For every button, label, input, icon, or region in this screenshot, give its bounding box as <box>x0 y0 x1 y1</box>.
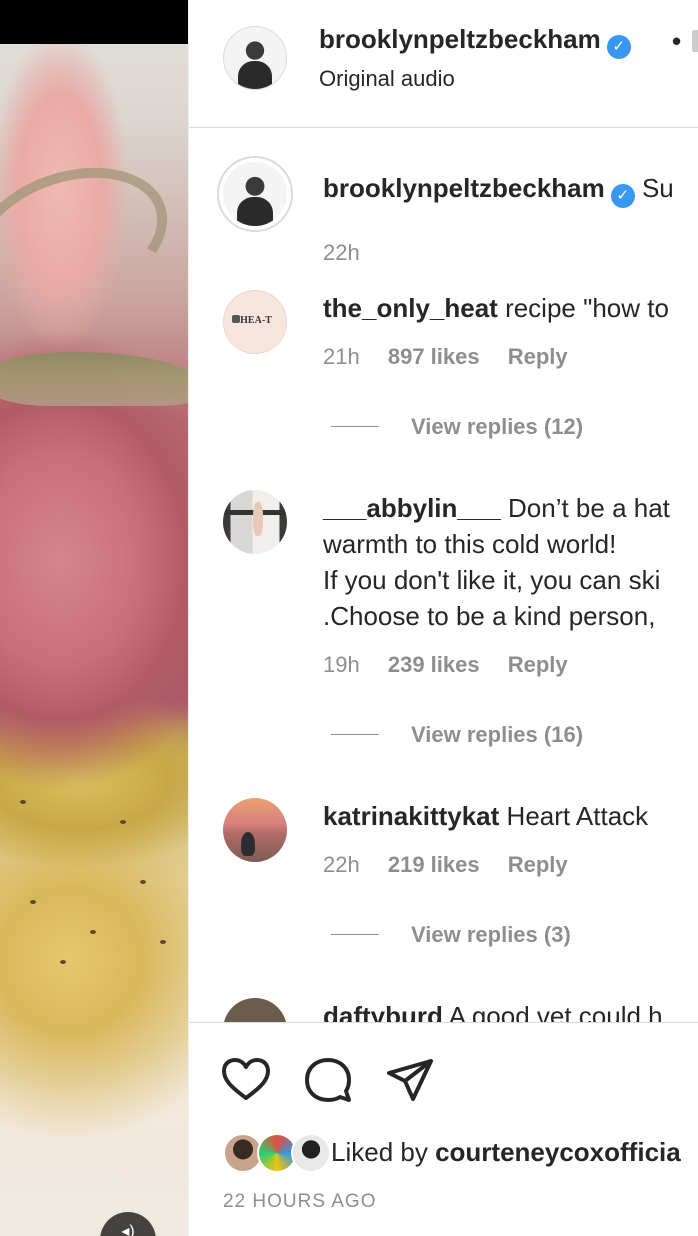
comment-meta: 21h 897 likes Reply <box>323 344 590 370</box>
comment-body: ___abbylin___ Don’t be a hat warmth to t… <box>323 490 670 634</box>
audio-label[interactable]: Original audio <box>319 66 455 92</box>
heart-icon <box>222 1058 270 1100</box>
reply-button[interactable]: Reply <box>508 344 568 369</box>
comment-text: A good vet could h <box>448 1001 663 1022</box>
comment-body: katrinakittykat Heart Attack <box>323 798 648 834</box>
view-replies-button[interactable]: View replies (3) <box>331 922 571 948</box>
comment-text: recipe "how to <box>505 293 669 323</box>
heat-logo: HEA-T <box>240 315 272 326</box>
comment-time: 19h <box>323 652 360 677</box>
reply-button[interactable]: Reply <box>508 652 568 677</box>
comment-text-line: .Choose to be a kind person, <box>323 601 656 631</box>
comment-username[interactable]: daftyburd <box>323 1001 443 1022</box>
view-replies-label: View replies (3) <box>411 922 571 947</box>
commenter-avatar[interactable] <box>223 490 287 554</box>
comments-list[interactable]: brooklynpeltzbeckham ✓ Su 22h HEA-T the_o… <box>189 130 698 1022</box>
verified-badge-icon: ✓ <box>610 184 635 208</box>
comment-time: 21h <box>323 344 360 369</box>
post-panel: brooklynpeltzbeckham ✓ • Original audio b… <box>188 0 698 1236</box>
reply-button[interactable]: Reply <box>508 852 568 877</box>
post-header: brooklynpeltzbeckham ✓ • Original audio <box>189 0 698 128</box>
comment-meta: 22h 219 likes Reply <box>323 852 590 878</box>
share-icon <box>387 1059 433 1101</box>
author-username-text: brooklynpeltzbeckham <box>319 24 601 54</box>
comment-body: daftyburd A good vet could h <box>323 998 663 1022</box>
caption-username[interactable]: brooklynpeltzbeckham <box>323 173 605 203</box>
comment-text-line: warmth to this cold world! <box>323 529 617 559</box>
caption-avatar[interactable] <box>217 156 293 232</box>
replies-divider <box>331 426 379 427</box>
caption-time: 22h <box>323 240 360 265</box>
author-avatar[interactable] <box>223 26 287 90</box>
commenter-avatar[interactable] <box>223 998 287 1022</box>
liked-by-prefix: Liked by <box>331 1137 436 1167</box>
commenter-avatar[interactable]: HEA-T <box>223 290 287 354</box>
comment-text: Heart Attack <box>506 801 649 831</box>
herb-speck <box>160 940 166 944</box>
caption-meta: 22h <box>323 240 382 266</box>
herb-speck <box>60 960 66 964</box>
liked-by-row: Liked by courteneycoxofficia <box>223 1133 698 1177</box>
wristwatch-band <box>0 144 186 330</box>
like-button[interactable] <box>219 1053 273 1107</box>
comment-likes[interactable]: 239 likes <box>388 652 480 677</box>
share-button[interactable] <box>383 1053 437 1107</box>
comment-button[interactable] <box>301 1053 355 1107</box>
comment-username[interactable]: ___abbylin___ <box>323 493 501 523</box>
comment-text-line: If you don't like it, you can ski <box>323 565 661 595</box>
comment-likes[interactable]: 897 likes <box>388 344 480 369</box>
herb-speck <box>120 820 126 824</box>
post-timestamp[interactable]: 22 HOURS AGO <box>223 1191 377 1213</box>
follow-button[interactable] <box>692 30 698 52</box>
post-actions: Liked by courteneycoxofficia 22 HOURS AG… <box>189 1022 698 1236</box>
comment-username[interactable]: katrinakittykat <box>323 801 499 831</box>
caption-body: brooklynpeltzbeckham ✓ Su <box>323 170 674 208</box>
mute-button[interactable]: ◂) <box>100 1212 156 1236</box>
view-replies-label: View replies (12) <box>411 414 584 439</box>
view-replies-button[interactable]: View replies (12) <box>331 414 583 440</box>
replies-divider <box>331 934 379 935</box>
separator-dot: • <box>672 26 682 56</box>
verified-badge-icon: ✓ <box>606 35 631 59</box>
comment-username[interactable]: the_only_heat <box>323 293 498 323</box>
herb-speck <box>90 930 96 934</box>
video-top-bar <box>0 0 188 44</box>
video-player[interactable]: ◂) <box>0 0 188 1236</box>
comment-time: 22h <box>323 852 360 877</box>
caption-text: Su <box>641 173 674 203</box>
liker-avatar[interactable] <box>291 1133 331 1173</box>
comment-meta: 19h 239 likes Reply <box>323 652 590 678</box>
herb-speck <box>20 800 26 804</box>
herb-speck <box>140 880 146 884</box>
speaker-muted-icon: ◂) <box>121 1223 135 1236</box>
comment-icon <box>305 1058 351 1102</box>
herb-speck <box>30 900 36 904</box>
view-replies-label: View replies (16) <box>411 722 584 747</box>
comment-likes[interactable]: 219 likes <box>388 852 480 877</box>
comment-text: Don’t be a hat <box>508 493 670 523</box>
commenter-avatar[interactable] <box>223 798 287 862</box>
author-username[interactable]: brooklynpeltzbeckham ✓ <box>319 24 631 59</box>
replies-divider <box>331 734 379 735</box>
liked-by-username[interactable]: courteneycoxofficia <box>435 1137 681 1167</box>
comment-body: the_only_heat recipe "how to <box>323 290 669 326</box>
view-replies-button[interactable]: View replies (16) <box>331 722 583 748</box>
meat-crust <box>0 352 188 406</box>
liked-by-text: Liked by courteneycoxofficia <box>331 1137 681 1168</box>
